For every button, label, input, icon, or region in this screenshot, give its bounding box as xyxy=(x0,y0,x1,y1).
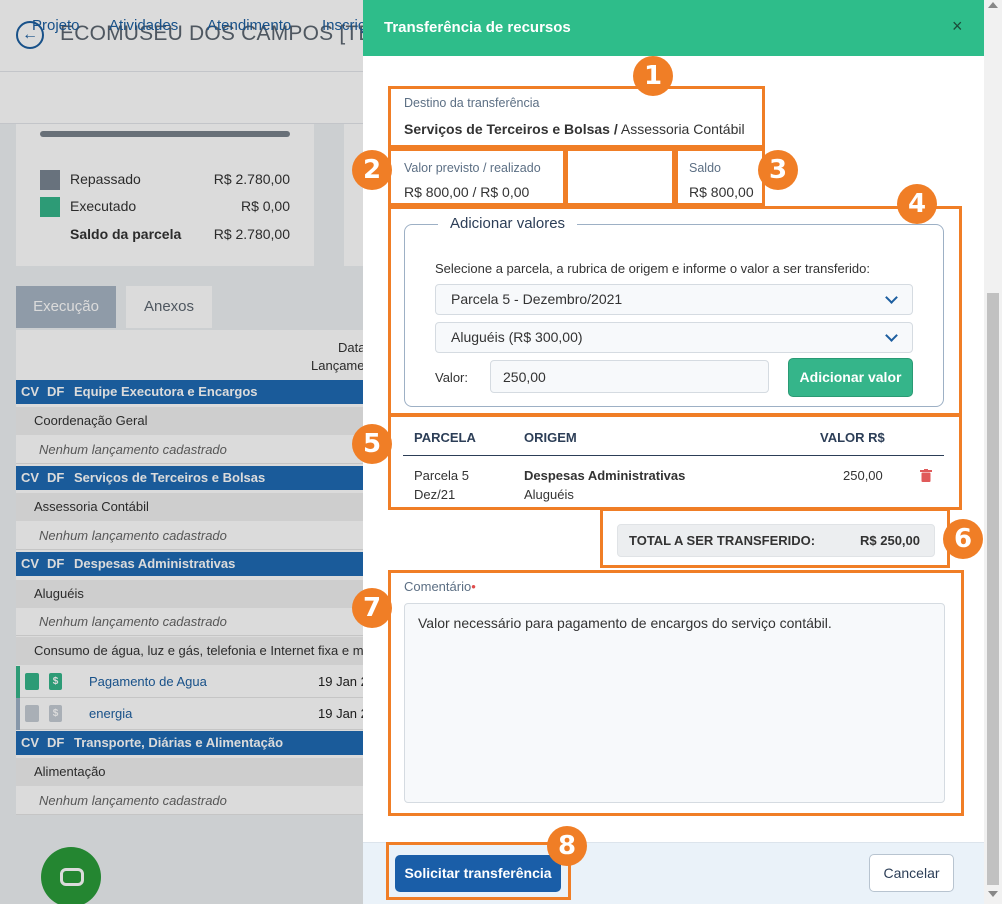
callout-badge-4: 4 xyxy=(897,184,937,224)
scrollbar-thumb[interactable] xyxy=(987,293,999,885)
callout-badge-7: 7 xyxy=(352,588,392,628)
callout-box-8 xyxy=(386,842,571,900)
cancel-button[interactable]: Cancelar xyxy=(869,854,954,892)
callout-box-7 xyxy=(388,570,964,816)
callout-badge-5: 5 xyxy=(352,424,392,464)
callout-box-2 xyxy=(388,148,566,206)
callout-badge-6: 6 xyxy=(943,519,983,559)
scroll-up-icon[interactable] xyxy=(988,2,998,8)
modal-title: Transferência de recursos xyxy=(384,19,571,36)
callout-badge-2: 2 xyxy=(352,150,392,190)
callout-badge-3: 3 xyxy=(758,150,798,190)
callout-box-2b xyxy=(565,148,675,206)
callout-box-3 xyxy=(675,148,765,206)
callout-box-1 xyxy=(388,86,765,148)
close-icon[interactable]: × xyxy=(952,16,963,37)
callout-box-5 xyxy=(388,414,962,510)
scroll-down-icon[interactable] xyxy=(988,891,998,897)
callout-box-6 xyxy=(600,508,950,568)
callout-badge-8: 8 xyxy=(547,826,587,866)
callout-box-4 xyxy=(388,206,962,416)
callout-badge-1: 1 xyxy=(633,56,673,96)
